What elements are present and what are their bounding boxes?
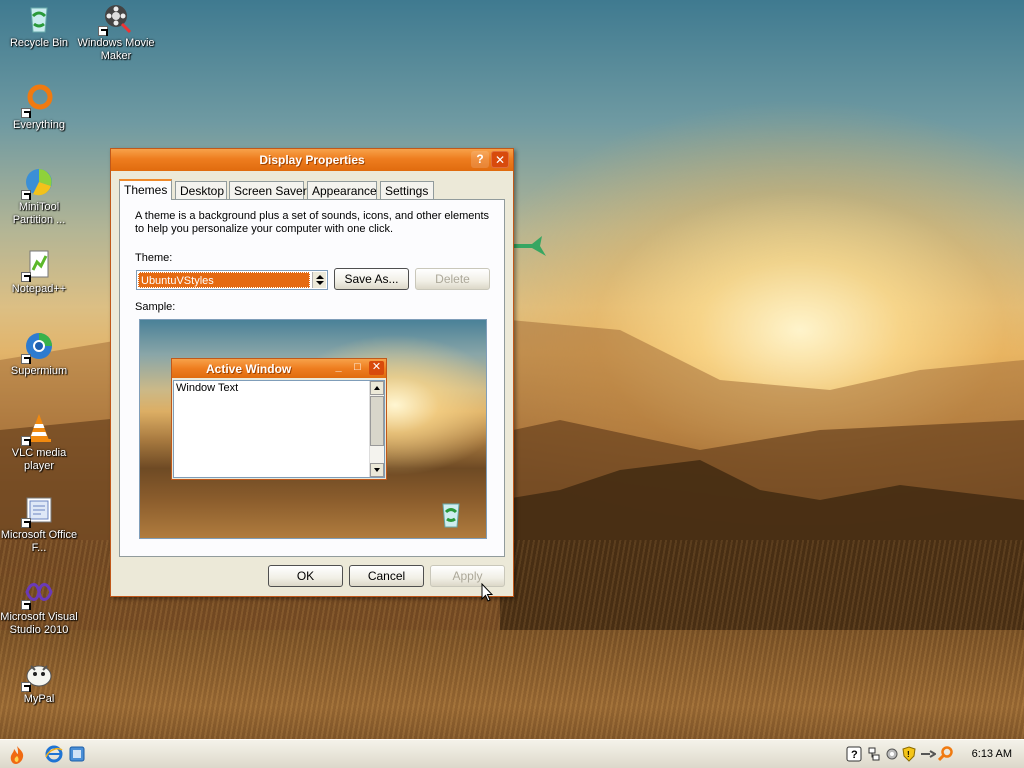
settings-gear-icon[interactable]: [884, 746, 900, 762]
theme-select-value: UbuntuVStyles: [138, 272, 310, 288]
theme-label: Theme:: [135, 252, 173, 264]
visual-studio-icon: [21, 576, 55, 610]
scroll-down-icon: [370, 463, 384, 477]
search-icon[interactable]: [938, 746, 954, 762]
tab-settings[interactable]: Settings: [380, 181, 434, 199]
sample-window-title: Active Window: [206, 362, 292, 376]
maximize-icon: □: [354, 361, 361, 373]
dialog-titlebar[interactable]: Display Properties ? ✕: [111, 149, 513, 171]
recycle-bin-icon: [442, 503, 460, 528]
shortcut-arrow-icon: [21, 436, 31, 446]
office-file-icon: [21, 494, 55, 528]
mouse-pointer-icon: [481, 583, 493, 602]
desktop-icon-label: Notepad++: [11, 283, 67, 295]
theme-description: A theme is a background plus a set of so…: [135, 210, 490, 235]
sample-active-window: Active Window _ □ ✕ Window Text: [171, 358, 387, 480]
desktop-icon-label: Windows Movie Maker: [77, 37, 155, 62]
desktop-icon-vlc[interactable]: VLC media player: [0, 412, 78, 473]
scroll-up-icon: [370, 381, 384, 395]
desktop-icon-office[interactable]: Microsoft Office F...: [0, 494, 78, 555]
recycle-bin-icon: [23, 2, 55, 34]
scroll-thumb: [370, 396, 384, 446]
tab-desktop[interactable]: Desktop: [175, 181, 227, 199]
supermium-browser-icon: [21, 330, 55, 364]
desktop-icon-label: Microsoft Office F...: [0, 529, 78, 554]
svg-text:?: ?: [851, 749, 858, 761]
help-button[interactable]: ?: [471, 151, 489, 168]
close-icon: ✕: [369, 361, 384, 375]
desktop-icon-label: Everything: [13, 119, 65, 131]
close-button[interactable]: ✕: [491, 151, 509, 168]
show-desktop-icon[interactable]: [68, 745, 86, 763]
desktop-icon-label: Supermium: [10, 365, 68, 377]
desktop-icon-everything[interactable]: Everything: [0, 84, 78, 132]
minitool-partition-icon: [21, 166, 55, 200]
sample-window-titlebar: Active Window _ □ ✕: [172, 359, 386, 378]
tab-screen-saver[interactable]: Screen Saver: [229, 181, 307, 199]
desktop-icon-label: MyPal: [23, 693, 55, 705]
tab-appearance[interactable]: Appearance: [307, 181, 377, 199]
internet-explorer-icon[interactable]: [45, 745, 63, 763]
help-icon[interactable]: ?: [846, 746, 862, 762]
desktop-icon-label: Recycle Bin: [9, 37, 69, 49]
spinner-arrows-icon[interactable]: [312, 272, 326, 288]
movie-maker-icon: [98, 2, 132, 36]
svg-text:!: !: [907, 750, 910, 759]
security-shield-icon[interactable]: !: [901, 746, 917, 762]
desktop-icon-minitool[interactable]: MiniTool Partition ...: [0, 166, 78, 227]
everything-search-icon: [21, 84, 55, 118]
dialog-title: Display Properties: [259, 153, 365, 167]
delete-button[interactable]: Delete: [415, 268, 490, 290]
sample-scrollbar: [369, 381, 384, 477]
desktop-icon-mypal[interactable]: MyPal: [0, 658, 78, 706]
start-flame-icon[interactable]: [6, 744, 28, 766]
display-properties-dialog: Display Properties ? ✕ Themes Desktop Sc…: [110, 148, 514, 597]
apply-button[interactable]: Apply: [430, 565, 505, 587]
tab-themes[interactable]: Themes: [119, 179, 172, 200]
ok-button[interactable]: OK: [268, 565, 343, 587]
themes-tab-panel: A theme is a background plus a set of so…: [119, 199, 505, 557]
pointer-trail-icon: [514, 236, 546, 256]
desktop-icon-notepad-plus-plus[interactable]: Notepad++: [0, 248, 78, 296]
desktop-icon-label: Microsoft Visual Studio 2010: [0, 611, 78, 636]
shortcut-arrow-icon: [21, 272, 31, 282]
network-icon[interactable]: [866, 746, 882, 762]
theme-sample-preview: Active Window _ □ ✕ Window Text: [139, 319, 487, 539]
desktop-icon-supermium[interactable]: Supermium: [0, 330, 78, 378]
taskbar: ? ! 6:13 AM: [0, 739, 1024, 768]
cancel-button[interactable]: Cancel: [349, 565, 424, 587]
vlc-cone-icon: [21, 412, 55, 446]
shortcut-arrow-icon: [98, 26, 108, 36]
desktop-icon-recycle-bin[interactable]: Recycle Bin: [0, 2, 78, 50]
desktop-icon-visual-studio[interactable]: Microsoft Visual Studio 2010: [0, 576, 78, 637]
mypal-browser-icon: [21, 658, 55, 692]
sample-window-text: Window Text: [176, 382, 239, 394]
desktop-icon-label: MiniTool Partition ...: [12, 201, 66, 226]
clock[interactable]: 6:13 AM: [972, 748, 1012, 760]
safely-remove-icon[interactable]: [920, 746, 936, 762]
notepad-plus-plus-icon: [21, 248, 55, 282]
shortcut-arrow-icon: [21, 682, 31, 692]
system-tray: ? ! 6:13 AM: [846, 740, 1024, 768]
sample-label: Sample:: [135, 301, 176, 313]
desktop-icon-movie-maker[interactable]: Windows Movie Maker: [77, 2, 155, 63]
shortcut-arrow-icon: [21, 190, 31, 200]
shortcut-arrow-icon: [21, 518, 31, 528]
shortcut-arrow-icon: [21, 108, 31, 118]
save-as-button[interactable]: Save As...: [334, 268, 409, 290]
desktop-icon-label: VLC media player: [11, 447, 67, 472]
sample-window-textarea: Window Text: [173, 380, 385, 478]
minimize-icon: _: [335, 361, 342, 373]
theme-select[interactable]: UbuntuVStyles: [136, 270, 328, 290]
shortcut-arrow-icon: [21, 600, 31, 610]
shortcut-arrow-icon: [21, 354, 31, 364]
